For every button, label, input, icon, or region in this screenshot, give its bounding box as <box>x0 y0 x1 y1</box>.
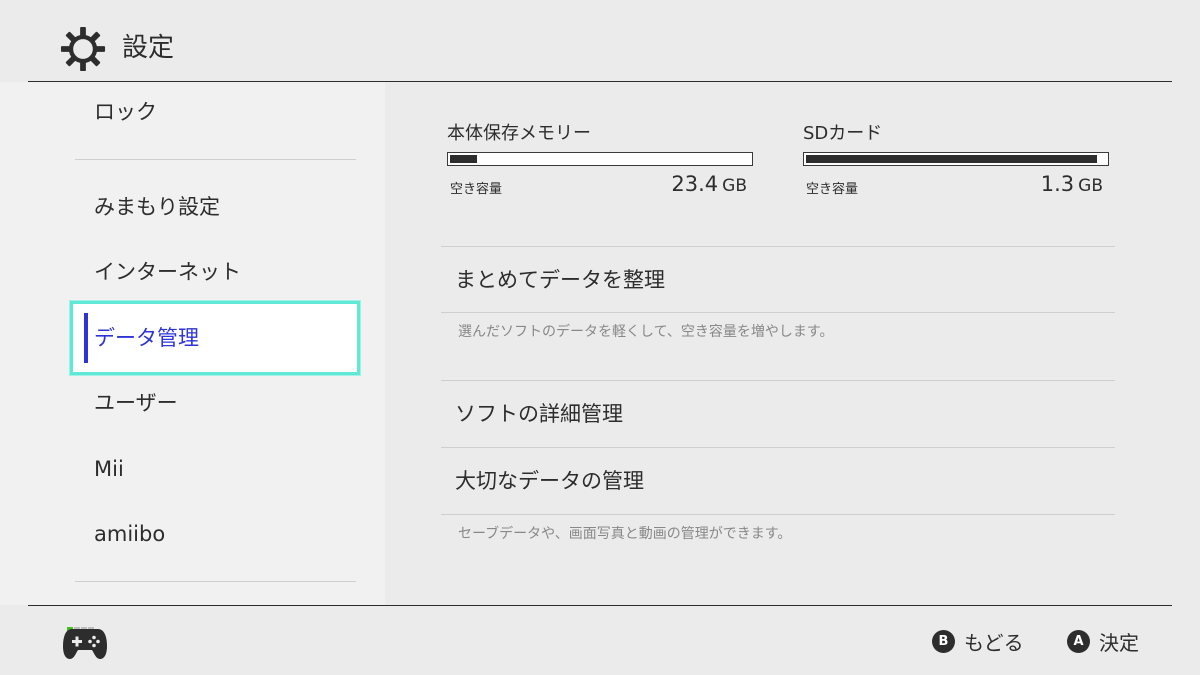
sd-card-title: SDカード <box>803 123 883 144</box>
menu-item-bulk-data-cleanup[interactable]: まとめてデータを整理 <box>455 265 665 295</box>
system-memory-bar <box>447 152 753 166</box>
b-button-icon: B <box>932 629 955 653</box>
free-value-unit: GB <box>1078 176 1103 196</box>
sidebar-item-mii[interactable]: Mii <box>94 454 124 484</box>
free-value-number: 23.4 <box>671 172 719 196</box>
sidebar-item-data-management[interactable]: データ管理 <box>70 301 360 375</box>
back-button[interactable]: B もどる <box>932 627 1024 655</box>
system-memory-free-label: 空き容量 <box>450 182 503 197</box>
system-memory-bar-fill <box>450 155 477 163</box>
sd-card-free-label: 空き容量 <box>806 182 859 197</box>
gamepad-icon <box>63 629 107 659</box>
back-button-label: もどる <box>964 630 1024 655</box>
gear-icon <box>60 26 106 72</box>
page-title: 設定 <box>122 33 175 63</box>
footer-divider <box>28 605 1172 606</box>
sidebar-item-amiibo[interactable]: amiibo <box>94 519 165 549</box>
menu-divider <box>441 246 1115 247</box>
sidebar-divider <box>75 581 356 582</box>
confirm-button-label: 決定 <box>1099 630 1139 655</box>
selection-indicator <box>84 313 88 363</box>
free-value-number: 1.3 <box>1040 172 1075 196</box>
sd-card-bar <box>803 152 1109 166</box>
sd-card-panel: SDカード 空き容量 1.3 GB <box>803 122 1109 197</box>
menu-divider <box>441 312 1115 313</box>
a-button-icon: A <box>1067 629 1090 653</box>
menu-divider <box>441 447 1115 448</box>
menu-item-software-details[interactable]: ソフトの詳細管理 <box>455 399 623 429</box>
menu-item-description: 選んだソフトのデータを軽くして、空き容量を増やします。 <box>458 324 834 340</box>
header: 設定 <box>0 0 1200 82</box>
sidebar-item-parental-controls[interactable]: みまもり設定 <box>94 192 220 222</box>
sidebar-item-lock[interactable]: ロック <box>94 97 157 127</box>
sd-card-free-value: 1.3 GB <box>1041 172 1103 196</box>
sidebar-item-internet[interactable]: インターネット <box>94 257 241 287</box>
sidebar-divider <box>75 159 356 160</box>
system-memory-free-value: 23.4 GB <box>671 172 747 196</box>
confirm-button[interactable]: A 決定 <box>1067 627 1139 655</box>
menu-item-description: セーブデータや、画面写真と動画の管理ができます。 <box>458 526 792 542</box>
sidebar-item-users[interactable]: ユーザー <box>94 388 178 418</box>
system-memory-title: 本体保存メモリー <box>447 123 591 144</box>
sd-card-bar-fill <box>806 155 1097 163</box>
menu-divider <box>441 380 1115 381</box>
sidebar-item-label: データ管理 <box>94 326 199 350</box>
menu-item-important-data[interactable]: 大切なデータの管理 <box>455 466 644 496</box>
menu-divider <box>441 514 1115 515</box>
system-memory-panel: 本体保存メモリー 空き容量 23.4 GB <box>447 122 753 197</box>
free-value-unit: GB <box>722 176 747 196</box>
